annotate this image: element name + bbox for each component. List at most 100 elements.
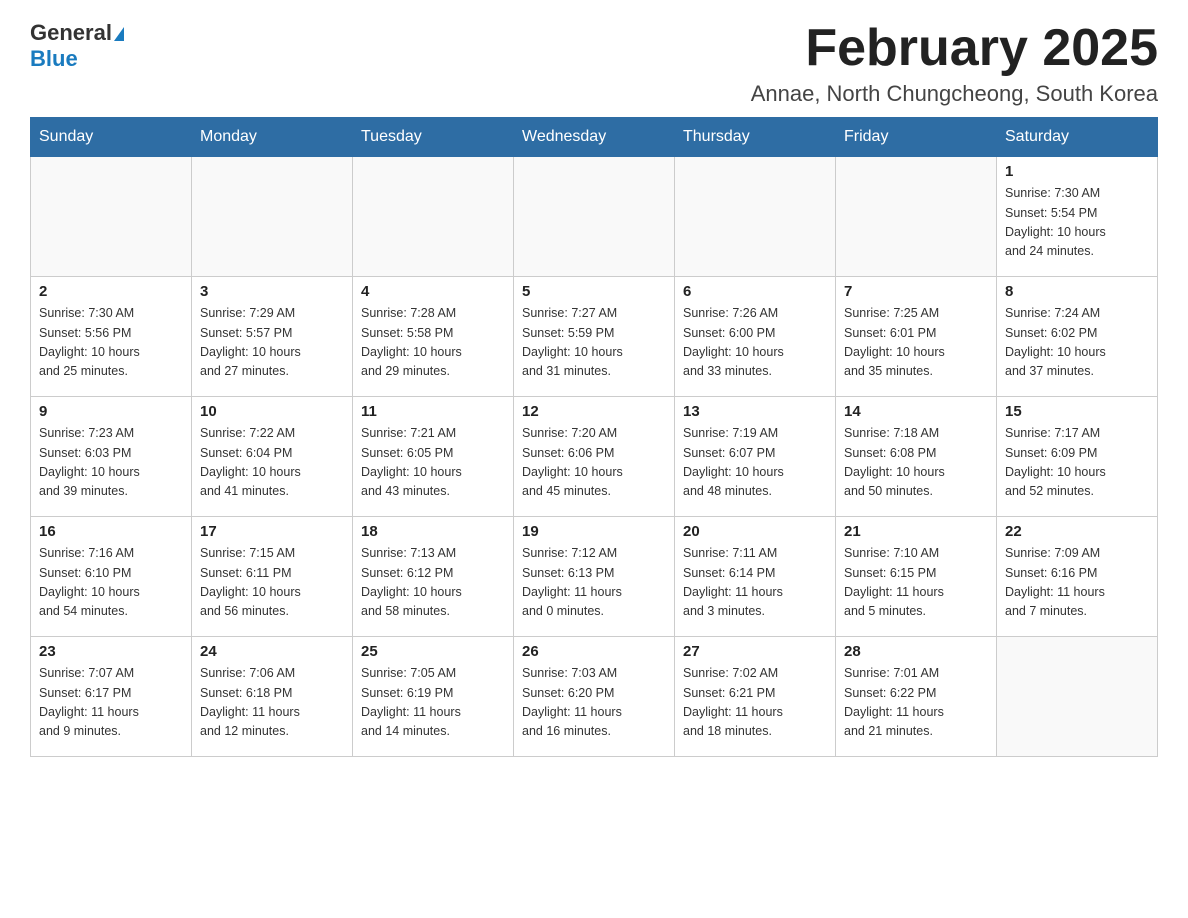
day-number: 9 [39,403,183,420]
day-number: 25 [361,643,505,660]
day-number: 10 [200,403,344,420]
day-number: 20 [683,523,827,540]
calendar-cell: 2 Sunrise: 7:30 AMSunset: 5:56 PMDaylight… [31,277,192,397]
calendar-cell: 7 Sunrise: 7:25 AMSunset: 6:01 PMDaylight… [836,277,997,397]
day-info: Sunrise: 7:10 AMSunset: 6:15 PMDaylight:… [844,544,988,622]
calendar-cell [836,157,997,277]
day-number: 27 [683,643,827,660]
calendar-cell: 16 Sunrise: 7:16 AMSunset: 6:10 PMDayligh… [31,517,192,637]
day-info: Sunrise: 7:21 AMSunset: 6:05 PMDaylight:… [361,424,505,502]
day-info: Sunrise: 7:19 AMSunset: 6:07 PMDaylight:… [683,424,827,502]
day-number: 3 [200,283,344,300]
day-number: 2 [39,283,183,300]
calendar-week-3: 9 Sunrise: 7:23 AMSunset: 6:03 PMDaylight… [31,397,1158,517]
logo-blue-text: Blue [30,46,124,72]
calendar-week-2: 2 Sunrise: 7:30 AMSunset: 5:56 PMDaylight… [31,277,1158,397]
calendar-cell [997,637,1158,757]
day-number: 24 [200,643,344,660]
weekday-header-sunday: Sunday [31,118,192,157]
calendar-cell: 26 Sunrise: 7:03 AMSunset: 6:20 PMDayligh… [514,637,675,757]
calendar-cell: 22 Sunrise: 7:09 AMSunset: 6:16 PMDayligh… [997,517,1158,637]
calendar-cell: 24 Sunrise: 7:06 AMSunset: 6:18 PMDayligh… [192,637,353,757]
day-info: Sunrise: 7:02 AMSunset: 6:21 PMDaylight:… [683,664,827,742]
calendar-table: SundayMondayTuesdayWednesdayThursdayFrid… [30,117,1158,757]
calendar-header-row: SundayMondayTuesdayWednesdayThursdayFrid… [31,118,1158,157]
day-info: Sunrise: 7:29 AMSunset: 5:57 PMDaylight:… [200,304,344,382]
calendar-cell: 6 Sunrise: 7:26 AMSunset: 6:00 PMDaylight… [675,277,836,397]
day-info: Sunrise: 7:20 AMSunset: 6:06 PMDaylight:… [522,424,666,502]
calendar-cell: 8 Sunrise: 7:24 AMSunset: 6:02 PMDaylight… [997,277,1158,397]
calendar-cell: 11 Sunrise: 7:21 AMSunset: 6:05 PMDayligh… [353,397,514,517]
day-info: Sunrise: 7:30 AMSunset: 5:56 PMDaylight:… [39,304,183,382]
calendar-week-4: 16 Sunrise: 7:16 AMSunset: 6:10 PMDayligh… [31,517,1158,637]
day-number: 19 [522,523,666,540]
day-number: 8 [1005,283,1149,300]
day-number: 14 [844,403,988,420]
calendar-cell [675,157,836,277]
weekday-header-friday: Friday [836,118,997,157]
day-info: Sunrise: 7:03 AMSunset: 6:20 PMDaylight:… [522,664,666,742]
day-info: Sunrise: 7:25 AMSunset: 6:01 PMDaylight:… [844,304,988,382]
day-number: 23 [39,643,183,660]
day-info: Sunrise: 7:06 AMSunset: 6:18 PMDaylight:… [200,664,344,742]
day-number: 22 [1005,523,1149,540]
calendar-cell: 3 Sunrise: 7:29 AMSunset: 5:57 PMDaylight… [192,277,353,397]
day-number: 26 [522,643,666,660]
logo-triangle-icon [114,27,124,41]
calendar-cell [192,157,353,277]
day-number: 21 [844,523,988,540]
day-info: Sunrise: 7:11 AMSunset: 6:14 PMDaylight:… [683,544,827,622]
day-info: Sunrise: 7:12 AMSunset: 6:13 PMDaylight:… [522,544,666,622]
day-info: Sunrise: 7:27 AMSunset: 5:59 PMDaylight:… [522,304,666,382]
calendar-cell: 18 Sunrise: 7:13 AMSunset: 6:12 PMDayligh… [353,517,514,637]
day-number: 11 [361,403,505,420]
day-info: Sunrise: 7:23 AMSunset: 6:03 PMDaylight:… [39,424,183,502]
calendar-cell: 17Sunrise: 7:15 AMSunset: 6:11 PMDayligh… [192,517,353,637]
title-block: February 2025 Annae, North Chungcheong, … [751,20,1158,107]
page-header: General Blue February 2025 Annae, North … [30,20,1158,107]
calendar-cell: 15Sunrise: 7:17 AMSunset: 6:09 PMDayligh… [997,397,1158,517]
calendar-title: February 2025 [751,20,1158,77]
calendar-cell: 28Sunrise: 7:01 AMSunset: 6:22 PMDayligh… [836,637,997,757]
day-info: Sunrise: 7:07 AMSunset: 6:17 PMDaylight:… [39,664,183,742]
day-number: 12 [522,403,666,420]
day-number: 13 [683,403,827,420]
day-number: 18 [361,523,505,540]
day-number: 4 [361,283,505,300]
calendar-cell: 9 Sunrise: 7:23 AMSunset: 6:03 PMDaylight… [31,397,192,517]
calendar-week-5: 23 Sunrise: 7:07 AMSunset: 6:17 PMDayligh… [31,637,1158,757]
weekday-header-monday: Monday [192,118,353,157]
weekday-header-tuesday: Tuesday [353,118,514,157]
calendar-cell: 1 Sunrise: 7:30 AMSunset: 5:54 PMDaylight… [997,157,1158,277]
calendar-cell: 25Sunrise: 7:05 AMSunset: 6:19 PMDayligh… [353,637,514,757]
day-info: Sunrise: 7:16 AMSunset: 6:10 PMDaylight:… [39,544,183,622]
weekday-header-wednesday: Wednesday [514,118,675,157]
logo-general-text: General [30,20,112,45]
weekday-header-saturday: Saturday [997,118,1158,157]
day-info: Sunrise: 7:22 AMSunset: 6:04 PMDaylight:… [200,424,344,502]
day-info: Sunrise: 7:28 AMSunset: 5:58 PMDaylight:… [361,304,505,382]
calendar-cell [514,157,675,277]
day-info: Sunrise: 7:30 AMSunset: 5:54 PMDaylight:… [1005,184,1149,262]
day-info: Sunrise: 7:13 AMSunset: 6:12 PMDaylight:… [361,544,505,622]
logo: General Blue [30,20,124,73]
calendar-cell: 27 Sunrise: 7:02 AMSunset: 6:21 PMDayligh… [675,637,836,757]
calendar-cell [31,157,192,277]
day-number: 1 [1005,163,1149,180]
calendar-cell: 23 Sunrise: 7:07 AMSunset: 6:17 PMDayligh… [31,637,192,757]
day-info: Sunrise: 7:18 AMSunset: 6:08 PMDaylight:… [844,424,988,502]
calendar-cell: 20 Sunrise: 7:11 AMSunset: 6:14 PMDayligh… [675,517,836,637]
day-number: 6 [683,283,827,300]
day-number: 15 [1005,403,1149,420]
calendar-week-1: 1 Sunrise: 7:30 AMSunset: 5:54 PMDaylight… [31,157,1158,277]
calendar-subtitle: Annae, North Chungcheong, South Korea [751,81,1158,107]
calendar-cell: 14 Sunrise: 7:18 AMSunset: 6:08 PMDayligh… [836,397,997,517]
day-info: Sunrise: 7:24 AMSunset: 6:02 PMDaylight:… [1005,304,1149,382]
day-info: Sunrise: 7:26 AMSunset: 6:00 PMDaylight:… [683,304,827,382]
weekday-header-thursday: Thursday [675,118,836,157]
day-info: Sunrise: 7:01 AMSunset: 6:22 PMDaylight:… [844,664,988,742]
day-info: Sunrise: 7:09 AMSunset: 6:16 PMDaylight:… [1005,544,1149,622]
calendar-cell: 21 Sunrise: 7:10 AMSunset: 6:15 PMDayligh… [836,517,997,637]
day-number: 16 [39,523,183,540]
day-number: 7 [844,283,988,300]
